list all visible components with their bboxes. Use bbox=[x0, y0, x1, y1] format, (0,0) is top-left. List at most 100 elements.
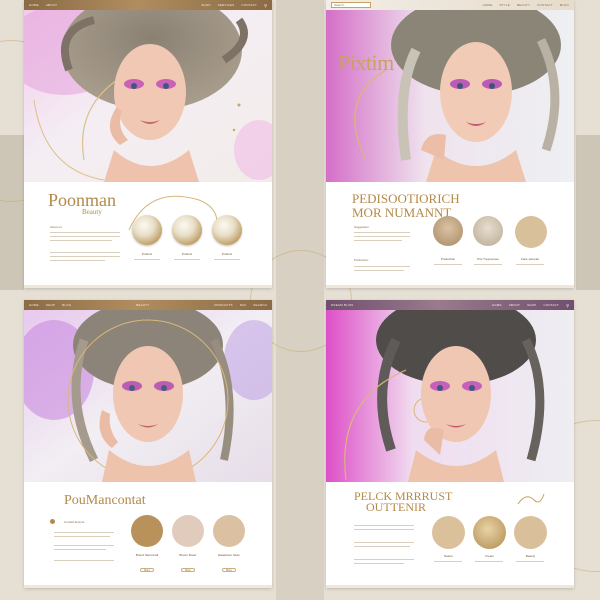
navbar: Home Shop Blog Beauty Products Nav Searc… bbox=[24, 300, 272, 310]
mockup-bottom-left: Home Shop Blog Beauty Products Nav Searc… bbox=[24, 300, 272, 588]
product-circle[interactable] bbox=[131, 515, 163, 547]
product-caption: Product bbox=[181, 252, 193, 256]
product-caption: Nature bbox=[443, 554, 453, 558]
nav-link[interactable]: Blog bbox=[560, 3, 569, 7]
text-line bbox=[354, 542, 414, 543]
section-subhead: About us bbox=[50, 225, 62, 229]
product-circle[interactable] bbox=[432, 516, 465, 549]
hero-title: Pixtim bbox=[338, 50, 394, 75]
section-subhead: Contact Events bbox=[64, 520, 85, 524]
section-heading-line: MOR NUMANNT bbox=[352, 205, 452, 220]
product-circle[interactable] bbox=[213, 515, 245, 547]
text-line bbox=[354, 563, 404, 564]
product-thumbnail[interactable] bbox=[473, 216, 503, 246]
text-line bbox=[214, 259, 240, 260]
more-button[interactable]: More bbox=[181, 568, 195, 572]
product-jar[interactable] bbox=[132, 215, 162, 245]
nav-link[interactable]: Services bbox=[218, 3, 235, 7]
product-caption: Product bbox=[221, 252, 233, 256]
nav-link[interactable]: Contact bbox=[241, 3, 257, 7]
nav-link[interactable]: Search bbox=[253, 303, 267, 307]
mockup-top-left: Home About Shop Services Contact ⚲ bbox=[24, 0, 272, 288]
nav-link[interactable]: Contact bbox=[537, 3, 553, 7]
footer-bar bbox=[326, 285, 574, 288]
product-jar[interactable] bbox=[212, 215, 242, 245]
product-caption: Production bbox=[440, 257, 456, 261]
search-icon[interactable]: ⚲ bbox=[264, 3, 267, 8]
product-jar[interactable] bbox=[172, 215, 202, 245]
product-caption: Face samplet bbox=[520, 257, 539, 261]
text-line bbox=[50, 240, 112, 241]
hero-image bbox=[24, 310, 272, 482]
nav-brand[interactable]: Dream Bliss bbox=[331, 303, 353, 307]
search-input[interactable] bbox=[331, 2, 371, 8]
product-thumbnail[interactable] bbox=[433, 216, 463, 246]
text-line bbox=[354, 525, 414, 526]
text-line bbox=[434, 561, 462, 562]
text-line bbox=[54, 560, 114, 561]
brand-subtitle: Beauty bbox=[82, 208, 102, 216]
text-line bbox=[354, 529, 414, 530]
text-line bbox=[54, 549, 106, 550]
nav-link[interactable]: Style bbox=[499, 3, 510, 7]
text-line bbox=[54, 536, 110, 537]
text-line bbox=[475, 561, 503, 562]
nav-link[interactable]: Shop bbox=[201, 3, 210, 7]
nav-link[interactable]: Home bbox=[29, 3, 39, 7]
product-circle[interactable] bbox=[172, 515, 204, 547]
text-line bbox=[50, 256, 120, 257]
nav-link[interactable]: Home bbox=[492, 303, 502, 307]
nav-link[interactable]: Home bbox=[483, 3, 493, 7]
search-icon[interactable]: ⚲ bbox=[566, 303, 569, 308]
nav-link[interactable]: Contact bbox=[543, 303, 559, 307]
nav-link[interactable]: About bbox=[46, 3, 57, 7]
nav-link[interactable]: Home bbox=[29, 303, 39, 307]
text-line bbox=[354, 546, 410, 547]
section-heading: PouMancontat bbox=[64, 493, 146, 508]
nav-link[interactable]: Products bbox=[214, 303, 232, 307]
text-line bbox=[50, 260, 105, 261]
section-subhead: Production bbox=[354, 258, 369, 262]
hero-portrait bbox=[326, 310, 574, 482]
text-line bbox=[54, 532, 114, 533]
nav-link[interactable]: Blog bbox=[62, 303, 71, 307]
text-line bbox=[174, 259, 200, 260]
hero-image bbox=[24, 10, 272, 182]
content-section: PEDISOOTIORICH MOR NUMANNT Suggestion Pr… bbox=[326, 182, 574, 288]
section-heading-line: PEDISOOTIORICH bbox=[352, 191, 460, 206]
content-section: PouMancontat Contact Events Brand Nacunn… bbox=[24, 482, 272, 588]
footer-bar bbox=[24, 585, 272, 588]
footer-bar bbox=[326, 585, 574, 588]
text-line bbox=[354, 240, 402, 241]
mockup-top-right: Home Style Beauty Contact Blog Pixtim bbox=[326, 0, 574, 288]
text-line bbox=[516, 561, 544, 562]
product-caption: Brand Nacunnall bbox=[135, 553, 159, 557]
product-caption: Brown Bossr bbox=[179, 553, 197, 557]
navbar: Dream Bliss Home About Shop Contact ⚲ bbox=[326, 300, 574, 310]
nav-link[interactable]: Shop bbox=[527, 303, 536, 307]
navbar: Home Style Beauty Contact Blog bbox=[326, 0, 574, 10]
brand-title: Poonman bbox=[48, 190, 117, 210]
background-panel bbox=[576, 135, 600, 290]
footer-bar bbox=[24, 285, 272, 288]
section-subhead: Suggestion bbox=[354, 225, 370, 229]
mockup-bottom-right: Dream Bliss Home About Shop Contact ⚲ bbox=[326, 300, 574, 588]
product-circle[interactable] bbox=[514, 516, 547, 549]
product-caption: Pirc Tresponses bbox=[477, 257, 499, 261]
bullet-icon bbox=[50, 519, 55, 524]
content-section: PELCK MRRRUST OUTTENIR Nature Cream Beau… bbox=[326, 482, 574, 588]
nav-link[interactable]: Beauty bbox=[136, 303, 149, 307]
content-section: Poonman Beauty About us Product Product … bbox=[24, 182, 272, 288]
text-line bbox=[354, 266, 410, 267]
nav-link[interactable]: About bbox=[509, 303, 520, 307]
text-line bbox=[354, 236, 410, 237]
text-line bbox=[50, 252, 120, 253]
more-button[interactable]: More bbox=[140, 568, 154, 572]
product-thumbnail[interactable] bbox=[515, 216, 547, 248]
nav-link[interactable]: Nav bbox=[240, 303, 247, 307]
more-button[interactable]: More bbox=[222, 568, 236, 572]
hero-portrait bbox=[326, 10, 574, 182]
nav-link[interactable]: Shop bbox=[46, 303, 55, 307]
nav-link[interactable]: Beauty bbox=[517, 3, 530, 7]
product-circle[interactable] bbox=[473, 516, 506, 549]
